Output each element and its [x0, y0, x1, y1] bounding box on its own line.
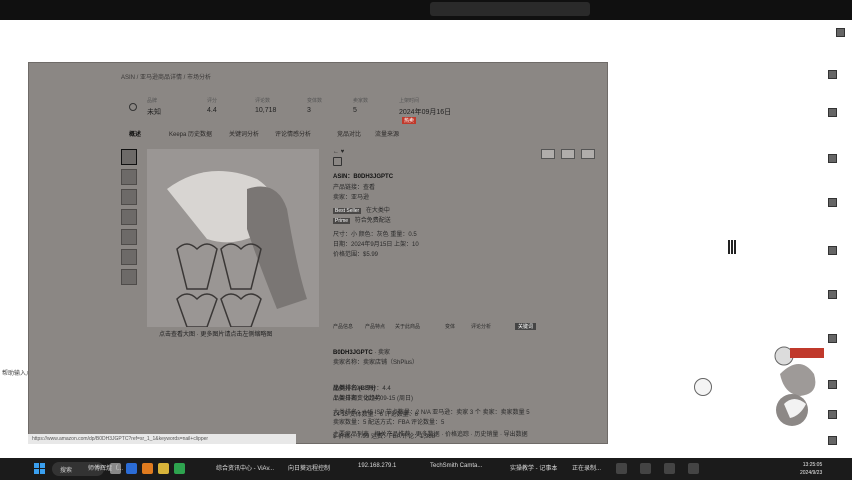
tab-keepa[interactable]: Keepa 历史数据 [169, 129, 212, 138]
remote-desktop-window[interactable]: ASIN / 亚马逊商品详情 / 市场分析 品牌 未知 评分 4.4 评论数 10,7… [28, 62, 608, 444]
taskbar-app[interactable]: TechSmith Camta... [430, 463, 482, 475]
action-button[interactable] [561, 149, 575, 159]
tab-traffic[interactable]: 流量来源 [375, 129, 399, 138]
side-icon[interactable] [828, 154, 837, 163]
asin-secondary-row: B0DH3JGPTC · 卖家 [333, 350, 391, 356]
pause-icon[interactable] [728, 240, 738, 254]
thumbnail[interactable] [121, 229, 137, 245]
spec-row: 日期：2024年9月15日 上架：10 [333, 242, 419, 248]
side-icon[interactable] [828, 436, 837, 445]
action-button[interactable] [541, 149, 555, 159]
taskbar-app[interactable]: 正在录制... [572, 463, 601, 475]
remote-session-top-bar [0, 0, 852, 20]
taskbar-app[interactable]: 192.168.279.1 [358, 463, 396, 475]
date-row: 上架日期： 2024-09-15 (周日) [333, 396, 414, 402]
tab-review-sentiment[interactable]: 评论情感分析 [275, 129, 311, 138]
best-seller-row: Best Seller 在大类中 [333, 208, 390, 214]
tray-icon[interactable] [640, 463, 651, 474]
side-icon[interactable] [828, 334, 837, 343]
folder-icon[interactable] [158, 463, 169, 474]
asin-row: ASIN：B0DH3JGPTC [333, 174, 394, 180]
stat-rating: 评分 4.4 [207, 98, 218, 114]
stat-variants: 变体数 3 [307, 98, 323, 114]
browser-icon[interactable] [126, 463, 137, 474]
hot-badge: 热卖 [402, 117, 417, 124]
tab-keywords[interactable]: 关键词分析 [229, 129, 259, 138]
side-icon[interactable] [828, 380, 837, 389]
side-icon[interactable] [828, 246, 837, 255]
side-icon[interactable] [836, 28, 845, 37]
footer-links[interactable]: 主要竞品列表 · 相关产品推荐 · 更多数据 · 价格追踪 · 历史销量 · 导… [333, 432, 528, 438]
windows-start-icon[interactable] [34, 463, 45, 474]
product-gallery: 点击查看大图 · 更多图片请点击左侧缩略图 [121, 149, 342, 349]
taskbar-app[interactable]: 实操教学 - 记事本 [510, 463, 557, 475]
tray-icon[interactable] [616, 463, 627, 474]
top-bar-title-area [430, 2, 590, 16]
spec-row: 价格范围：$5.99 [333, 252, 379, 258]
info-line: 卖家数量：5 配送方式：FBA 评论数量：5 [333, 420, 445, 426]
app-icon[interactable] [174, 463, 185, 474]
product-link[interactable]: 产品链接：查看 [333, 182, 375, 191]
taskbar-search-placeholder: 搜索 [60, 468, 73, 474]
product-image-art [167, 171, 307, 327]
filter-tab[interactable]: 产品信息 [333, 323, 353, 330]
back-arrow-icon[interactable]: ← ♥ [333, 149, 344, 155]
side-icon[interactable] [828, 410, 837, 419]
bottom-count-row: 14 15 变体数量：6 评论数量：6 [333, 412, 419, 418]
side-icon[interactable] [828, 70, 837, 79]
taskbar-app[interactable]: 师傅辉煌（... [88, 463, 123, 475]
ratio-row: 比例：1.94 评分：4.4 [333, 386, 391, 392]
stat-reviews: 评论数 10,718 [255, 98, 277, 114]
filter-tab[interactable]: 变体 [445, 323, 455, 330]
side-icon[interactable] [828, 108, 837, 117]
side-icon[interactable] [828, 290, 837, 299]
breadcrumb: ASIN / 亚马逊商品详情 / 市场分析 [121, 75, 212, 81]
clock-time: 13:25:05 [802, 462, 823, 468]
stat-launch-date: 上架时间 2024年09月16日热卖 [399, 98, 452, 124]
thumbnail[interactable] [121, 149, 137, 165]
stats-bar: 品牌 未知 评分 4.4 评论数 10,718 变体数 3 卖家数 5 上架时间 2024年… [125, 97, 455, 124]
tray-icon[interactable] [688, 463, 699, 474]
app-icon[interactable] [142, 463, 153, 474]
stat-brand: 品牌 未知 [147, 98, 161, 116]
filter-tab[interactable]: 关于此商品 [395, 323, 420, 330]
thumbnail[interactable] [121, 189, 137, 205]
tab-overview[interactable]: 概述 [129, 129, 141, 138]
clock-date: 2024/9/23 [800, 470, 823, 476]
product-main-image[interactable] [147, 149, 342, 327]
spec-row: 尺寸：小 颜色：灰色 重量：0.5 [333, 232, 417, 238]
thumbnail[interactable] [121, 209, 137, 225]
circle-button-icon[interactable] [694, 378, 712, 396]
thumbnail[interactable] [121, 249, 137, 265]
image-caption: 点击查看大图 · 更多图片请点击左侧缩略图 [159, 332, 273, 338]
filter-tab[interactable]: 评论分析 [471, 323, 491, 330]
side-icon[interactable] [828, 198, 837, 207]
tray-icon[interactable] [664, 463, 675, 474]
taskbar: 搜索 师傅辉煌（... 综合资讯中心 - ViAv... 向日葵远程控制 192… [0, 458, 852, 480]
status-url-bar: https://www.amazon.com/dp/B0DH3JGPTC?ref… [28, 434, 296, 444]
taskbar-clock[interactable]: 13:25:05 2024/9/23 [800, 461, 822, 477]
filter-tab[interactable]: 产品特点 [365, 323, 385, 330]
tab-competitors[interactable]: 竞品对比 [337, 129, 361, 138]
filter-tab-active[interactable]: 关键词 [515, 323, 537, 330]
taskbar-app[interactable]: 综合资讯中心 - ViAv... [216, 463, 274, 475]
bottom-links: 比例：1.94 评分：4.4 上架日期： 2024-09-15 (周日) 14 … [333, 386, 528, 438]
seller-link[interactable]: 卖家：亚马逊 [333, 192, 369, 201]
taskbar-app[interactable]: 向日葵远程控制 [288, 463, 330, 475]
seller-name-row: 卖家名称：卖家店铺（ShPlus） [333, 360, 419, 366]
action-button[interactable] [581, 149, 595, 159]
prime-row: Prime 符合免费配送 [333, 218, 391, 224]
thumbnail[interactable] [121, 269, 137, 285]
thumbnail[interactable] [121, 169, 137, 185]
stat-sellers: 卖家数 5 [353, 98, 369, 114]
mascot-bird-icon [774, 346, 824, 426]
